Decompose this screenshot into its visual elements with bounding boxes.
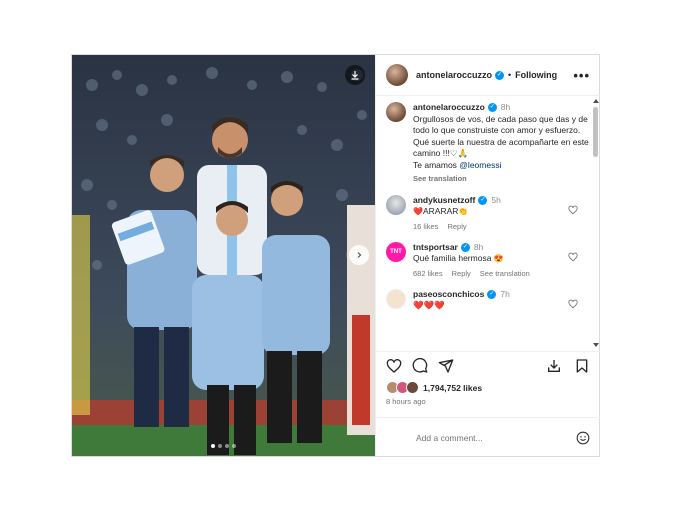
bookmark-icon[interactable] (574, 358, 590, 374)
post-photo[interactable] (72, 55, 375, 456)
photo-illustration (72, 55, 375, 456)
author-avatar[interactable] (386, 64, 408, 86)
carousel-dots (72, 444, 375, 448)
comment-text: Qué familia hermosa (413, 252, 494, 263)
caption-line: Te amamos (413, 159, 460, 170)
comment-likes[interactable]: 682 likes (413, 269, 443, 278)
liker-avatar (406, 381, 419, 394)
commenter-username[interactable]: tntsportsar (413, 242, 458, 252)
post-time-ago[interactable]: 8 hours ago (386, 397, 426, 406)
share-icon[interactable] (438, 358, 454, 374)
like-count[interactable]: 1,794,752 likes (423, 383, 482, 393)
header-separator: • (508, 70, 512, 80)
commenter-username[interactable]: paseosconchicos (413, 289, 484, 299)
comment-item: andykusnetzoff ✓ 5h ❤️ARARAR👏 16 likes Repl… (386, 194, 590, 232)
carousel-dot (218, 444, 222, 448)
comment-text: ❤️❤️❤️ (413, 299, 445, 310)
comment-emoji: ❤️ (413, 206, 423, 216)
caption-username[interactable]: antonelaroccuzzo (413, 102, 485, 112)
comment-icon[interactable] (412, 358, 428, 374)
comments-scrollbar[interactable] (593, 99, 599, 347)
caption: antonelaroccuzzo ✓ 8h Orgullosos de vos, d… (386, 102, 590, 185)
comment-emoji: 👏 (458, 206, 469, 216)
carousel-dot (232, 444, 236, 448)
download-icon (351, 71, 359, 80)
caption-time[interactable]: 8h (501, 102, 510, 112)
verified-badge-icon: ✓ (478, 195, 488, 205)
verified-badge-icon: ✓ (487, 103, 497, 113)
see-translation-link[interactable]: See translation (480, 269, 530, 278)
comment-body: tntsportsar ✓ 8h Qué familia hermosa 😍 682… (413, 242, 539, 279)
post-header: antonelaroccuzzo ✓ • Following ••• (376, 55, 600, 96)
carousel-dot-active (211, 444, 215, 448)
commenter-avatar[interactable]: TNT SPORTS (386, 241, 411, 275)
scroll-down-arrow-icon[interactable] (593, 343, 599, 347)
caption-avatar[interactable] (386, 102, 406, 122)
comment-time[interactable]: 7h (500, 289, 509, 299)
comment-body: paseosconchicos ✓ 7h ❤️❤️❤️ (413, 289, 510, 311)
comment-heart-icon[interactable] (568, 299, 578, 309)
action-bar-right (546, 358, 590, 374)
caption-line: Orgullosos de vos, de cada paso que das … (413, 113, 588, 136)
verified-badge-icon: ✓ (487, 289, 497, 299)
see-translation-link[interactable]: See translation (413, 173, 590, 185)
post-sidebar: antonelaroccuzzo ✓ • Following ••• anton… (375, 55, 600, 456)
commenter-username[interactable]: andykusnetzoff (413, 195, 475, 205)
smile-icon[interactable] (576, 431, 590, 445)
caption-body: antonelaroccuzzo ✓ 8h Orgullosos de vos, d… (413, 102, 590, 185)
comment-likes[interactable]: 16 likes (413, 222, 438, 231)
verified-badge-icon: ✓ (460, 242, 470, 252)
comments-list[interactable]: antonelaroccuzzo ✓ 8h Orgullosos de vos, d… (376, 96, 600, 350)
scroll-up-arrow-icon[interactable] (593, 99, 599, 103)
author-username[interactable]: antonelaroccuzzo (416, 70, 492, 80)
comment-text: ARARAR (422, 205, 459, 216)
heart-icon[interactable] (386, 358, 402, 374)
add-comment-bar[interactable]: Add a comment... (376, 417, 600, 457)
reply-button[interactable]: Reply (452, 269, 471, 278)
carousel-dot (225, 444, 229, 448)
comment-heart-icon[interactable] (568, 205, 578, 215)
action-bar (376, 351, 600, 380)
caption-line: Qué suerte la nuestra de acompañarte en … (413, 136, 589, 159)
scrollbar-thumb[interactable] (593, 107, 598, 157)
save-to-collection-icon[interactable] (546, 358, 562, 374)
comment-emoji: 😍 (493, 253, 504, 263)
mention-link[interactable]: @leomessi (459, 160, 501, 170)
verified-badge-icon: ✓ (495, 70, 505, 80)
more-options-icon[interactable]: ••• (573, 69, 590, 82)
commenter-avatar[interactable] (386, 288, 406, 309)
chevron-right-icon (357, 252, 362, 258)
comment-time[interactable]: 8h (474, 242, 483, 252)
comment-item: paseosconchicos ✓ 7h ❤️❤️❤️ (386, 288, 590, 311)
next-image-button[interactable] (349, 245, 369, 265)
instagram-post: antonelaroccuzzo ✓ • Following ••• anton… (71, 54, 600, 457)
reply-button[interactable]: Reply (447, 222, 466, 231)
comment-time[interactable]: 5h (491, 195, 500, 205)
likes-summary[interactable]: 1,794,752 likes (386, 381, 482, 394)
comment-heart-icon[interactable] (568, 252, 578, 262)
add-comment-input[interactable]: Add a comment... (416, 433, 483, 443)
following-button[interactable]: Following (515, 70, 557, 80)
comment-item: TNT SPORTS tntsportsar ✓ 8h Qué familia he… (386, 241, 590, 279)
comment-body: andykusnetzoff ✓ 5h ❤️ARARAR👏 16 likes Repl… (413, 195, 501, 232)
commenter-avatar[interactable] (386, 194, 406, 215)
download-button[interactable] (345, 65, 365, 85)
